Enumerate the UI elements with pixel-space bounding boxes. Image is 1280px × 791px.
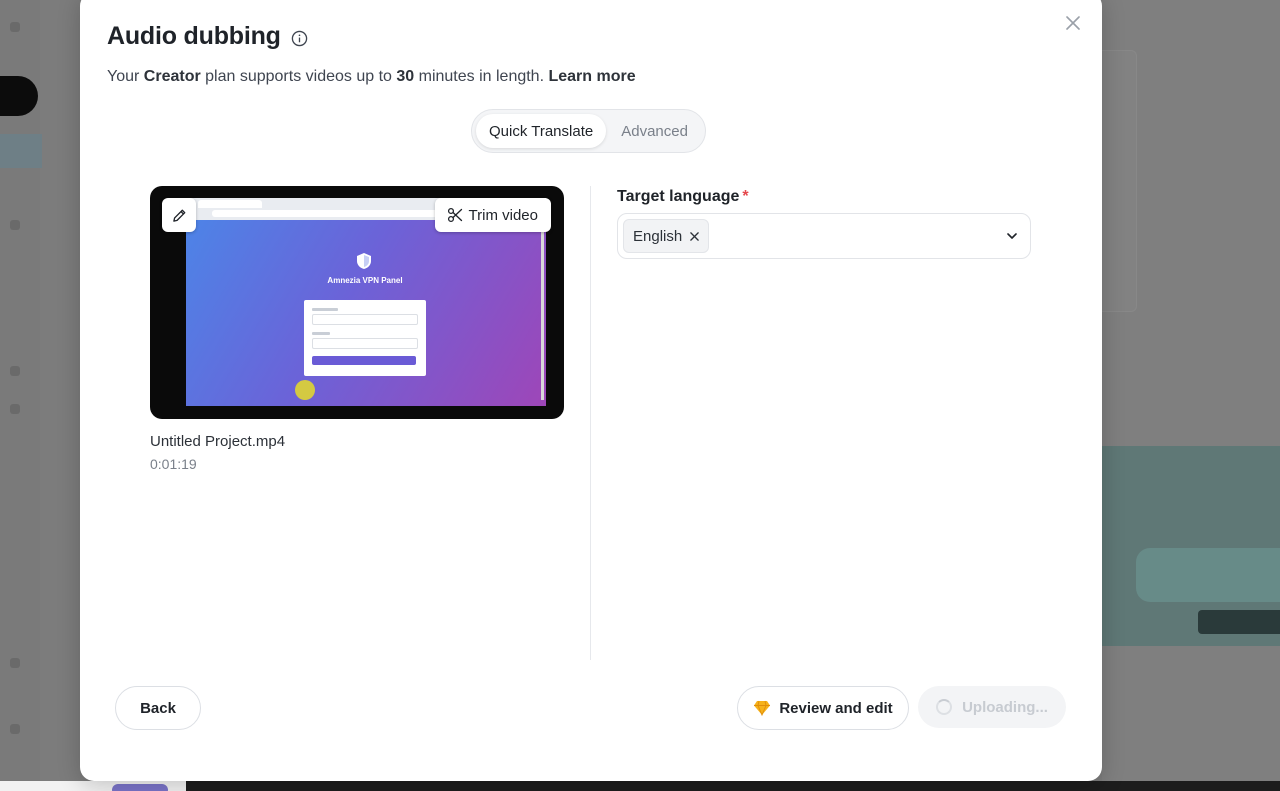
dialog-header: Audio dubbing <box>107 22 309 51</box>
required-indicator: * <box>742 188 749 205</box>
plan-description: Your Creator plan supports videos up to … <box>107 68 636 86</box>
thumbnail-scrollbar <box>541 220 544 400</box>
thumbnail-signin-button <box>312 356 416 365</box>
background-icon <box>10 658 20 668</box>
target-language-select[interactable]: English <box>617 213 1031 259</box>
language-chip-english: English <box>623 219 710 253</box>
target-language-label: Target language * <box>617 188 749 206</box>
background-icon <box>10 220 20 230</box>
background-sidebar <box>0 0 40 791</box>
thumbnail-login-card <box>304 300 426 376</box>
target-language-label-text: Target language <box>617 188 740 205</box>
background-card <box>1102 50 1137 312</box>
trim-video-button[interactable]: Trim video <box>434 198 551 232</box>
review-and-edit-label: Review and edit <box>779 699 893 717</box>
trim-video-label: Trim video <box>468 206 538 224</box>
learn-more-link[interactable]: Learn more <box>548 68 635 85</box>
plan-minute-limit: 30 <box>396 68 415 85</box>
audio-dubbing-dialog: Audio dubbing Your Creator plan supports… <box>80 0 1102 781</box>
uploading-label: Uploading... <box>962 698 1048 716</box>
background-icon <box>10 724 20 734</box>
x-icon <box>689 231 699 241</box>
close-button[interactable] <box>1062 12 1084 34</box>
scissors-icon <box>447 207 462 223</box>
background-timeline <box>0 781 1280 791</box>
background-teal-button <box>1136 548 1280 602</box>
plan-name: Creator <box>143 68 201 85</box>
video-preview[interactable]: Amnezia VPN Panel Trim video <box>150 186 564 419</box>
pencil-icon <box>172 209 185 222</box>
background-selected-item <box>0 134 42 168</box>
background-icon <box>10 366 20 376</box>
mode-switch: Quick Translate Advanced <box>471 109 706 153</box>
close-icon <box>1066 16 1080 30</box>
tab-quick-translate[interactable]: Quick Translate <box>476 114 607 148</box>
remove-language-button[interactable] <box>688 230 700 242</box>
shield-icon <box>357 253 371 269</box>
dialog-title: Audio dubbing <box>107 22 281 50</box>
edit-video-button[interactable] <box>162 198 196 232</box>
thumbnail-title: Amnezia VPN Panel <box>327 276 403 285</box>
gem-icon <box>754 700 771 716</box>
thumbnail-field <box>312 314 418 325</box>
spinner-icon <box>936 699 953 715</box>
background-icon <box>10 22 20 32</box>
plan-text-prefix: Your <box>107 68 144 85</box>
info-icon[interactable] <box>291 30 309 48</box>
chevron-down-icon <box>1007 233 1017 239</box>
thumbnail-field-label <box>312 332 330 335</box>
background-chip <box>1198 610 1280 634</box>
video-file-name: Untitled Project.mp4 <box>150 433 286 450</box>
thumbnail-field <box>312 338 418 349</box>
thumbnail-cursor-highlight <box>295 380 315 400</box>
plan-text-suffix: minutes in length. <box>414 68 549 85</box>
thumbnail-tab <box>198 200 262 208</box>
video-duration: 0:01:19 <box>150 456 197 472</box>
plan-text-mid: plan supports videos up to <box>200 68 397 85</box>
back-button[interactable]: Back <box>115 686 201 730</box>
background-icon <box>10 404 20 414</box>
column-divider <box>590 186 591 660</box>
uploading-button[interactable]: Uploading... <box>918 686 1066 728</box>
tab-advanced[interactable]: Advanced <box>608 114 701 148</box>
language-chip-label: English <box>633 227 683 245</box>
thumbnail-field-label <box>312 308 338 311</box>
background-timeline-clip <box>112 784 168 791</box>
review-and-edit-button[interactable]: Review and edit <box>737 686 909 730</box>
